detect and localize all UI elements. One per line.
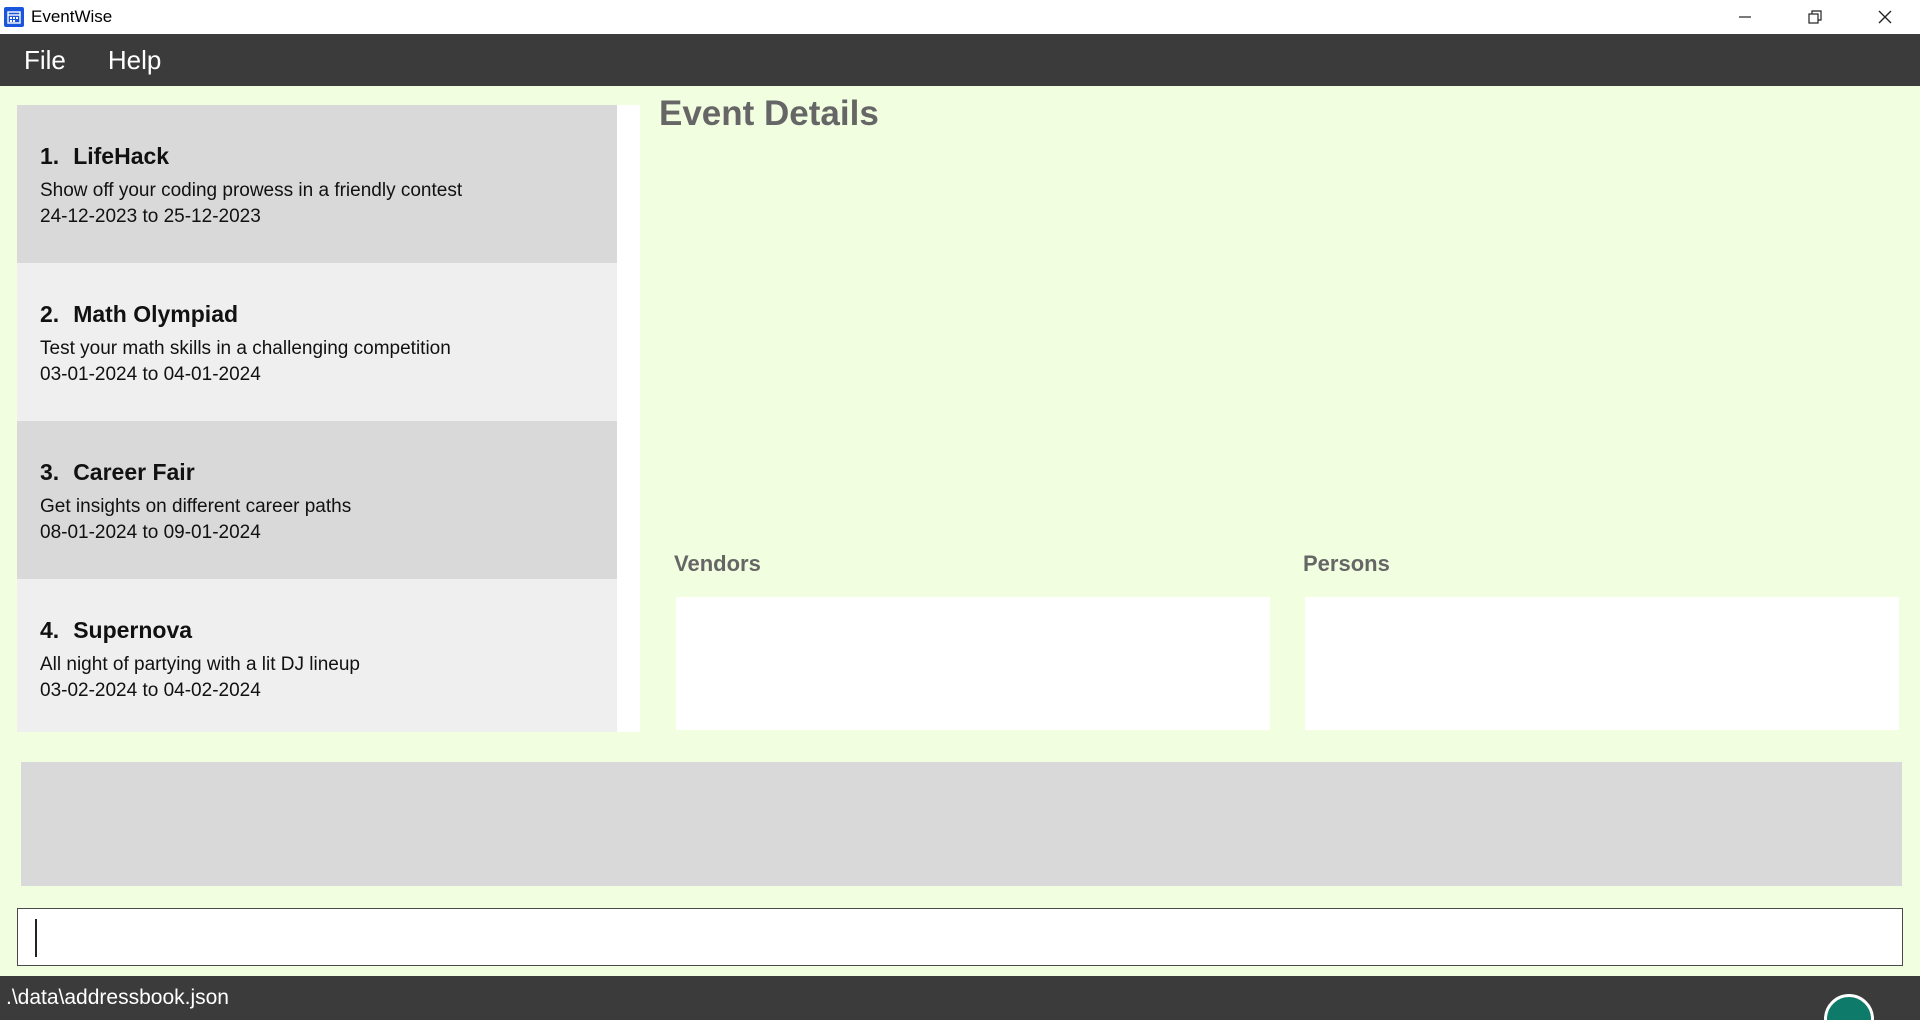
- circular-badge-icon[interactable]: [1824, 994, 1874, 1020]
- command-input[interactable]: [18, 908, 1902, 966]
- event-dates: 03-01-2024 to 04-01-2024: [40, 364, 261, 385]
- title-bar: EventWise: [0, 0, 1920, 34]
- persons-list[interactable]: [1305, 597, 1899, 730]
- menu-help[interactable]: Help: [108, 45, 161, 76]
- result-display[interactable]: [21, 762, 1902, 886]
- command-box[interactable]: [17, 908, 1903, 966]
- event-name-line: 3. Career Fair: [40, 459, 195, 486]
- vendors-label: Vendors: [674, 551, 761, 576]
- event-description: All night of partying with a lit DJ line…: [40, 654, 360, 675]
- event-index: 4.: [40, 617, 60, 643]
- event-name: Career Fair: [73, 459, 195, 485]
- restore-icon: [1808, 10, 1822, 24]
- event-index: 1.: [40, 143, 60, 169]
- event-name-line: 4. Supernova: [40, 617, 192, 644]
- event-list: 1. LifeHack Show off your coding prowess …: [17, 105, 640, 732]
- event-description: Get insights on different career paths: [40, 496, 352, 517]
- status-bar: .\data\addressbook.json: [0, 976, 1920, 1020]
- event-card[interactable]: 2. Math Olympiad Test your math skills in…: [17, 263, 617, 421]
- event-name: Supernova: [73, 617, 193, 643]
- menu-file[interactable]: File: [24, 45, 66, 76]
- event-card[interactable]: 4. Supernova All night of partying with a…: [17, 579, 617, 732]
- event-name: LifeHack: [73, 143, 170, 169]
- event-description: Show off your coding prowess in a friend…: [40, 180, 463, 201]
- calendar-icon: [4, 7, 24, 27]
- event-name: Math Olympiad: [73, 301, 239, 327]
- persons-label: Persons: [1303, 551, 1390, 576]
- window-controls: [1710, 0, 1920, 34]
- menu-bar: File Help: [0, 34, 1920, 86]
- event-details-title: Event Details: [659, 94, 879, 133]
- minimize-icon: [1739, 16, 1751, 18]
- event-name-line: 2. Math Olympiad: [40, 301, 238, 328]
- event-index: 3.: [40, 459, 60, 485]
- event-dates: 08-01-2024 to 09-01-2024: [40, 522, 261, 543]
- close-button[interactable]: [1850, 0, 1920, 34]
- close-icon: [1878, 10, 1892, 24]
- minimize-button[interactable]: [1710, 0, 1780, 34]
- text-caret: [35, 919, 37, 957]
- event-card[interactable]: 1. LifeHack Show off your coding prowess …: [17, 105, 617, 263]
- event-description: Test your math skills in a challenging c…: [40, 338, 451, 359]
- restore-button[interactable]: [1780, 0, 1850, 34]
- data-file-path: .\data\addressbook.json: [6, 986, 229, 1009]
- event-card[interactable]: 3. Career Fair Get insights on different …: [17, 421, 617, 579]
- event-name-line: 1. LifeHack: [40, 143, 169, 170]
- window-title: EventWise: [31, 7, 113, 26]
- event-index: 2.: [40, 301, 60, 327]
- event-dates: 24-12-2023 to 25-12-2023: [40, 206, 261, 227]
- vendors-list[interactable]: [676, 597, 1270, 730]
- event-dates: 03-02-2024 to 04-02-2024: [40, 680, 261, 701]
